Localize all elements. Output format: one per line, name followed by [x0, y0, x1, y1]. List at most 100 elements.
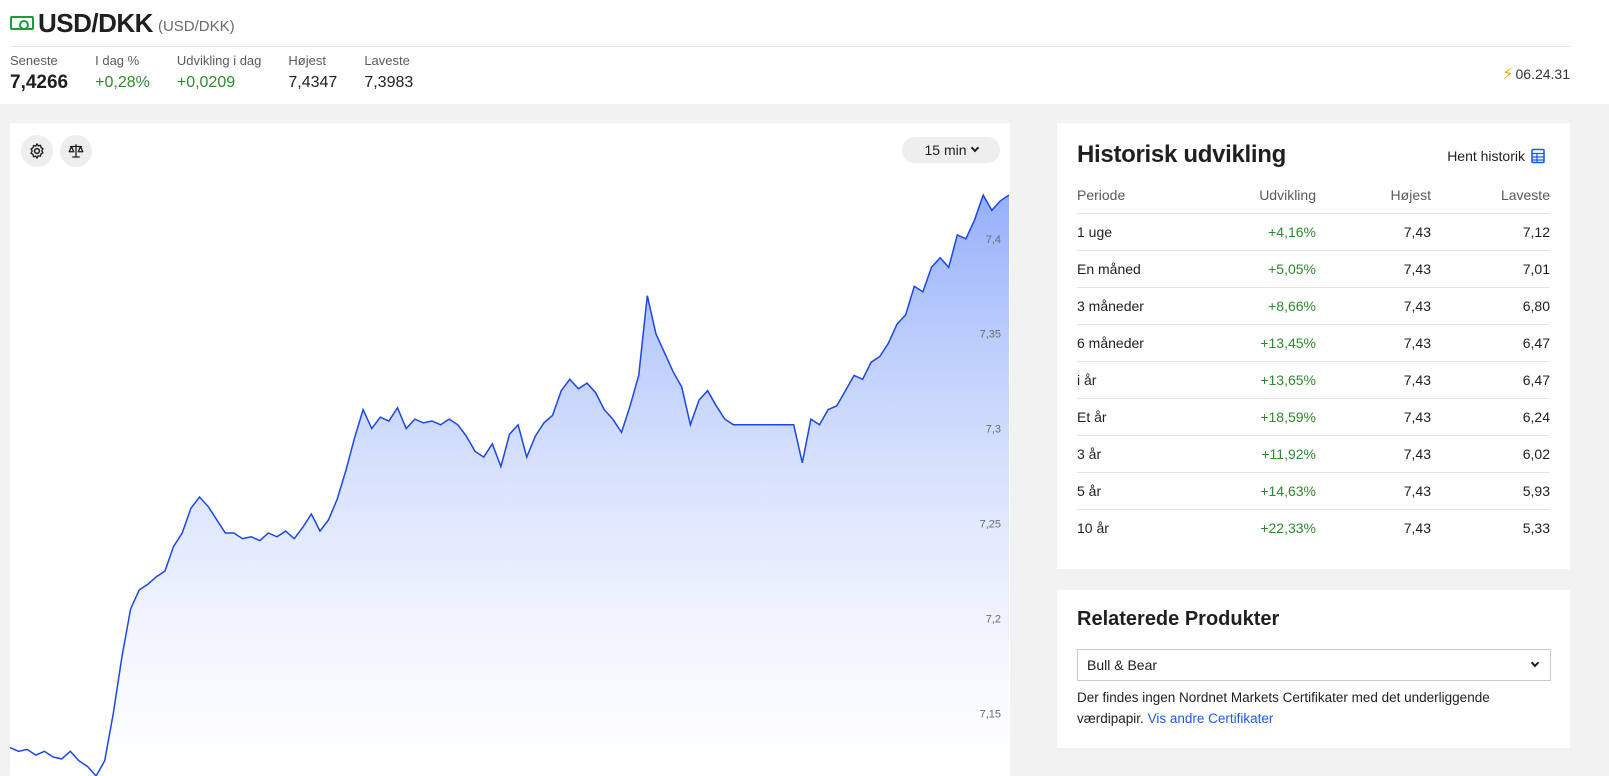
stat-high: Højest 7,4347: [288, 53, 337, 94]
price-chart-card: 7,4 7,35 7,3 7,25 7,2 7,15 15 min: [10, 123, 1010, 776]
cell-change: +13,65%: [1201, 360, 1316, 398]
cell-low: 5,33: [1431, 508, 1550, 546]
cell-high: 7,43: [1316, 508, 1431, 546]
stat-today-pct: I dag % +0,28%: [95, 53, 150, 94]
cell-period: Et år: [1077, 397, 1201, 435]
price-chart[interactable]: 7,4 7,35 7,3 7,25 7,2 7,15: [10, 123, 1010, 776]
lightning-icon: ⚡: [1502, 66, 1514, 83]
related-products-card: Relaterede Produkter Bull & Bear Der fin…: [1057, 590, 1570, 748]
cell-period: i år: [1077, 360, 1201, 398]
stat-value: 7,4266: [10, 72, 69, 93]
interval-label: 15 min: [924, 142, 967, 158]
y-tick-label: 7,4: [986, 234, 1001, 246]
cell-low: 6,47: [1431, 360, 1550, 398]
table-row: 10 år +22,33% 7,43 5,33: [1077, 508, 1550, 546]
historic-title: Historisk udvikling: [1077, 141, 1287, 168]
chevron-down-icon: [970, 143, 979, 153]
gear-icon: [30, 143, 44, 159]
table-row: 3 år +11,92% 7,43 6,02: [1077, 434, 1550, 472]
cell-period: 6 måneder: [1077, 323, 1201, 361]
currency-icon: [10, 16, 34, 30]
stat-value: +0,0209: [176, 74, 236, 91]
timestamp-text: 06.24.31: [1515, 66, 1571, 82]
interval-selector[interactable]: 15 min: [902, 137, 1000, 163]
cell-period: 1 uge: [1077, 212, 1201, 250]
table-row: En måned +5,05% 7,43 7,01: [1077, 249, 1550, 287]
table-row: 3 måneder +8,66% 7,43 6,80: [1077, 286, 1550, 324]
cell-change: +11,92%: [1201, 434, 1316, 472]
related-title: Relaterede Produkter: [1077, 608, 1280, 630]
stat-label: Laveste: [364, 53, 410, 68]
other-certificates-link[interactable]: Vis andre Certifikater: [1148, 711, 1274, 726]
cell-low: 6,80: [1431, 286, 1550, 324]
column-header: Udvikling: [1259, 187, 1316, 203]
y-tick-label: 7,2: [986, 613, 1001, 625]
cell-high: 7,43: [1316, 397, 1431, 435]
stat-value: +0,28%: [95, 74, 150, 91]
column-header: Højest: [1390, 187, 1431, 203]
historic-table: Periode Udvikling Højest Laveste 1 uge +4…: [1077, 187, 1550, 546]
table-header-row: Periode Udvikling Højest Laveste: [1077, 187, 1550, 213]
select-value: Bull & Bear: [1087, 657, 1158, 673]
cell-period: 3 måneder: [1077, 286, 1201, 324]
chart-area-fill: [10, 195, 1009, 776]
stat-value: 7,4347: [288, 74, 338, 91]
page-title: USD/DKK: [38, 7, 153, 38]
cell-change: +13,45%: [1201, 323, 1316, 361]
cell-change: +8,66%: [1201, 286, 1316, 324]
related-message: Der findes ingen Nordnet Markets Certifi…: [1077, 687, 1547, 729]
cell-period: 3 år: [1077, 434, 1201, 472]
cell-low: 6,24: [1431, 397, 1550, 435]
stat-value: 7,3983: [364, 74, 414, 91]
cell-high: 7,43: [1316, 286, 1431, 324]
table-row: 6 måneder +13,45% 7,43 6,47: [1077, 323, 1550, 361]
table-row: Et år +18,59% 7,43 6,24: [1077, 397, 1550, 435]
chart-settings-button[interactable]: [21, 135, 53, 167]
chart-compare-button[interactable]: [60, 135, 92, 167]
stat-label: Udvikling i dag: [176, 53, 262, 68]
spreadsheet-icon: [1531, 148, 1545, 164]
realtime-timestamp: ⚡ 06.24.31: [1502, 64, 1570, 84]
cell-period: 10 år: [1077, 508, 1201, 546]
y-tick-label: 7,15: [980, 708, 1001, 720]
y-tick-label: 7,3: [986, 424, 1001, 436]
cell-period: 5 år: [1077, 471, 1201, 509]
column-header: Laveste: [1500, 187, 1550, 203]
cell-low: 7,12: [1431, 212, 1550, 250]
cell-low: 6,02: [1431, 434, 1550, 472]
cell-high: 7,43: [1316, 434, 1431, 472]
stat-label: Højest: [288, 53, 326, 68]
cell-change: +14,63%: [1201, 471, 1316, 509]
cell-change: +5,05%: [1201, 249, 1316, 287]
cell-change: +22,33%: [1201, 508, 1316, 546]
stat-latest: Seneste 7,4266: [10, 53, 68, 94]
stat-label: Seneste: [10, 53, 58, 68]
stat-today-change: Udvikling i dag +0,0209: [177, 53, 262, 94]
cell-high: 7,43: [1316, 471, 1431, 509]
cell-high: 7,43: [1316, 212, 1431, 250]
download-history-link[interactable]: Hent historik: [1447, 148, 1546, 164]
historic-card: Historisk udvikling Hent historik Period…: [1057, 123, 1570, 569]
cell-low: 7,01: [1431, 249, 1550, 287]
page-subtitle: (USD/DKK): [157, 17, 235, 35]
y-tick-label: 7,25: [980, 519, 1001, 531]
cell-low: 6,47: [1431, 323, 1550, 361]
download-history-label: Hent historik: [1447, 148, 1525, 164]
stats-row: Seneste 7,4266 I dag % +0,28% Udvikling …: [10, 53, 440, 94]
cell-period: En måned: [1077, 249, 1201, 287]
product-type-select[interactable]: Bull & Bear: [1077, 649, 1551, 681]
cell-change: +4,16%: [1201, 212, 1316, 250]
y-tick-label: 7,35: [980, 329, 1001, 341]
chevron-down-icon: [1530, 658, 1540, 668]
table-row: 1 uge +4,16% 7,43 7,12: [1077, 212, 1550, 250]
instrument-header: USD/DKK (USD/DKK) Seneste 7,4266 I dag %…: [0, 0, 1609, 104]
title-row: USD/DKK (USD/DKK): [10, 8, 235, 38]
related-message-text: Der findes ingen Nordnet Markets Certifi…: [1077, 690, 1490, 726]
cell-high: 7,43: [1316, 360, 1431, 398]
stat-label: I dag %: [95, 53, 140, 68]
scale-icon: [68, 144, 84, 158]
cell-high: 7,43: [1316, 323, 1431, 361]
cell-high: 7,43: [1316, 249, 1431, 287]
table-row: 5 år +14,63% 7,43 5,93: [1077, 471, 1550, 509]
table-row: i år +13,65% 7,43 6,47: [1077, 360, 1550, 398]
